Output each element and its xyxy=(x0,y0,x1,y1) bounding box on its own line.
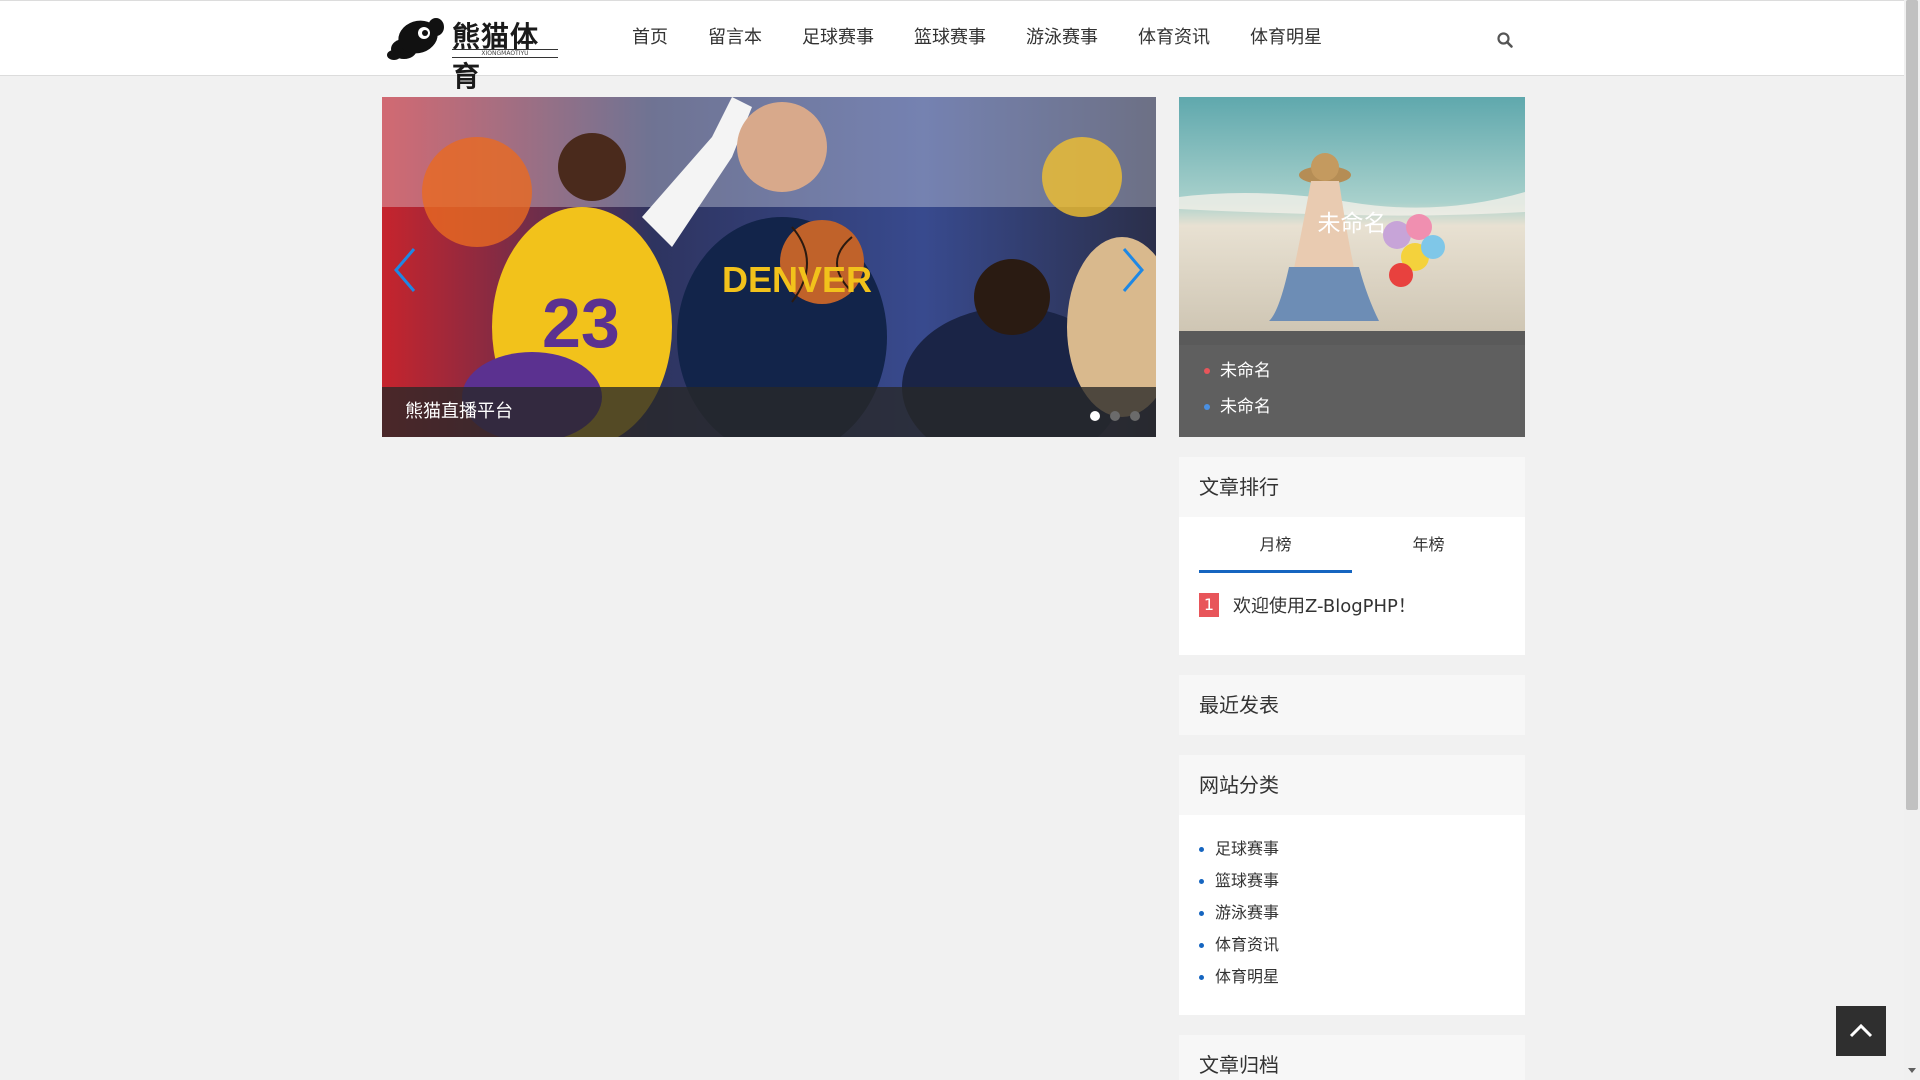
featured-list-item[interactable]: 未命名 xyxy=(1179,389,1525,425)
tab-yearly[interactable]: 年榜 xyxy=(1352,517,1505,573)
featured-item-label: 未命名 xyxy=(1220,361,1271,381)
featured-image[interactable]: 未命名 xyxy=(1179,97,1525,331)
slide-image: 23 DENVER xyxy=(382,97,1156,437)
tab-monthly[interactable]: 月榜 xyxy=(1199,517,1352,573)
svg-text:DENVER: DENVER xyxy=(722,259,872,300)
widget-title: 最近发表 xyxy=(1179,675,1525,735)
slider-prev-arrow-icon[interactable] xyxy=(390,245,420,295)
categories-widget: 网站分类 足球赛事 篮球赛事 游泳赛事 体育资讯 体育明星 xyxy=(1179,755,1525,1015)
nav-item-home[interactable]: 首页 xyxy=(612,1,688,75)
ranking-list-item[interactable]: 1 欢迎使用Z-BlogPHP！ xyxy=(1199,593,1416,617)
featured-list-item[interactable]: 未命名 xyxy=(1179,353,1525,389)
rank-article-title: 欢迎使用Z-BlogPHP！ xyxy=(1233,596,1416,617)
category-item-basketball[interactable]: 篮球赛事 xyxy=(1199,865,1525,897)
nav-item-swimming[interactable]: 游泳赛事 xyxy=(1006,1,1118,75)
widget-title: 文章归档 xyxy=(1179,1035,1525,1080)
scrollbar-thumb[interactable] xyxy=(1906,0,1918,810)
category-item-football[interactable]: 足球赛事 xyxy=(1199,833,1525,865)
featured-item-label: 未命名 xyxy=(1220,397,1271,417)
page-scrollbar[interactable] xyxy=(1904,0,1920,1080)
svg-text:23: 23 xyxy=(542,284,620,362)
slider-dots xyxy=(1090,411,1140,421)
featured-list: 未命名 未命名 xyxy=(1179,345,1525,437)
image-slider[interactable]: 23 DENVER 熊猫直播平台 xyxy=(382,97,1156,437)
main-nav: 首页 留言本 足球赛事 篮球赛事 游泳赛事 体育资讯 体育明星 xyxy=(612,1,1342,75)
page: 熊猫体育 XIONGMAOTIYU 首页 留言本 足球赛事 篮球赛事 游泳赛事 … xyxy=(0,0,1904,1080)
category-item-swimming[interactable]: 游泳赛事 xyxy=(1199,897,1525,929)
bullet-icon xyxy=(1204,368,1210,374)
archive-widget: 文章归档 xyxy=(1179,1035,1525,1080)
panda-logo-icon xyxy=(387,18,444,60)
slider-dot[interactable] xyxy=(1110,411,1120,421)
nav-item-sports-news[interactable]: 体育资讯 xyxy=(1118,1,1230,75)
nav-item-football[interactable]: 足球赛事 xyxy=(782,1,894,75)
nav-item-sports-stars[interactable]: 体育明星 xyxy=(1230,1,1342,75)
ranking-tabs: 月榜 年榜 xyxy=(1199,517,1505,573)
slide-caption[interactable]: 熊猫直播平台 xyxy=(382,387,1156,437)
search-icon[interactable] xyxy=(1496,31,1514,49)
featured-title: 未命名 xyxy=(1317,211,1387,237)
widget-title: 文章排行 xyxy=(1179,457,1525,517)
slider-next-arrow-icon[interactable] xyxy=(1118,245,1148,295)
site-header: 熊猫体育 XIONGMAOTIYU 首页 留言本 足球赛事 篮球赛事 游泳赛事 … xyxy=(0,0,1904,93)
rank-number-badge: 1 xyxy=(1199,593,1219,617)
widget-title: 网站分类 xyxy=(1179,755,1525,815)
bullet-icon xyxy=(1204,404,1210,410)
category-item-sports-stars[interactable]: 体育明星 xyxy=(1199,961,1525,993)
back-to-top-button[interactable] xyxy=(1836,1006,1886,1056)
site-logo[interactable]: 熊猫体育 XIONGMAOTIYU xyxy=(384,15,560,93)
article-ranking-widget: 文章排行 月榜 年榜 1 欢迎使用Z-BlogPHP！ xyxy=(1179,457,1525,655)
recent-posts-widget: 最近发表 xyxy=(1179,675,1525,735)
category-list: 足球赛事 篮球赛事 游泳赛事 体育资讯 体育明星 xyxy=(1179,815,1525,993)
chevron-up-icon xyxy=(1849,1023,1873,1038)
logo-subtitle: XIONGMAOTIYU xyxy=(452,49,558,58)
category-item-sports-news[interactable]: 体育资讯 xyxy=(1199,929,1525,961)
slider-dot[interactable] xyxy=(1130,411,1140,421)
nav-item-guestbook[interactable]: 留言本 xyxy=(688,1,782,75)
featured-widget: 未命名 未命名 未命名 xyxy=(1179,97,1525,437)
scroll-down-arrow-icon[interactable] xyxy=(1908,1066,1916,1074)
slider-dot[interactable] xyxy=(1090,411,1100,421)
nav-item-basketball[interactable]: 篮球赛事 xyxy=(894,1,1006,75)
